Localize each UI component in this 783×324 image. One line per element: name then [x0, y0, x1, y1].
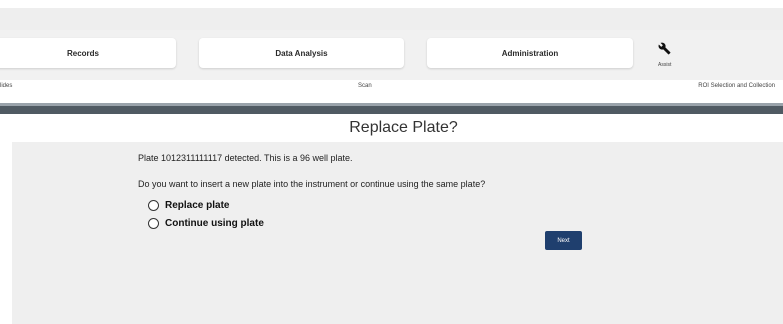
- plate-detected-message: Plate 1012311111117 detected. This is a …: [138, 153, 353, 163]
- dialog-header: Replace Plate?: [12, 114, 783, 142]
- workflow-steps: lides Scan ROI Selection and Collection: [0, 80, 783, 92]
- app-window: Records Data Analysis Administration Ass…: [0, 0, 783, 324]
- dialog-body: Plate 1012311111117 detected. This is a …: [12, 142, 783, 324]
- replace-plate-label: Replace plate: [165, 200, 230, 211]
- assist-button[interactable]: Assist: [648, 42, 688, 72]
- replace-plate-option[interactable]: Replace plate: [148, 200, 229, 211]
- nav-data-analysis-button[interactable]: Data Analysis: [199, 38, 404, 68]
- dialog-title: Replace Plate?: [349, 119, 458, 136]
- header-bar: [0, 8, 783, 30]
- step-roi-selection[interactable]: ROI Selection and Collection: [698, 83, 775, 89]
- plate-question: Do you want to insert a new plate into t…: [138, 179, 486, 189]
- nav-records-label: Records: [66, 48, 99, 58]
- replace-plate-radio[interactable]: [148, 200, 159, 211]
- nav-data-analysis-label: Data Analysis: [275, 48, 328, 58]
- continue-plate-radio[interactable]: [148, 218, 159, 229]
- continue-plate-option[interactable]: Continue using plate: [148, 218, 264, 229]
- nav-records-button[interactable]: Records: [0, 38, 176, 68]
- nav-administration-button[interactable]: Administration: [427, 38, 633, 68]
- step-scan[interactable]: Scan: [358, 83, 372, 89]
- continue-plate-label: Continue using plate: [165, 218, 264, 229]
- nav-administration-label: Administration: [501, 48, 559, 58]
- wrench-icon: [658, 42, 671, 55]
- step-slides[interactable]: lides: [0, 83, 12, 89]
- next-button[interactable]: Next: [545, 231, 582, 250]
- progress-bar: [0, 106, 783, 114]
- main-nav: Records Data Analysis Administration Ass…: [0, 30, 783, 82]
- assist-label: Assist: [658, 62, 672, 68]
